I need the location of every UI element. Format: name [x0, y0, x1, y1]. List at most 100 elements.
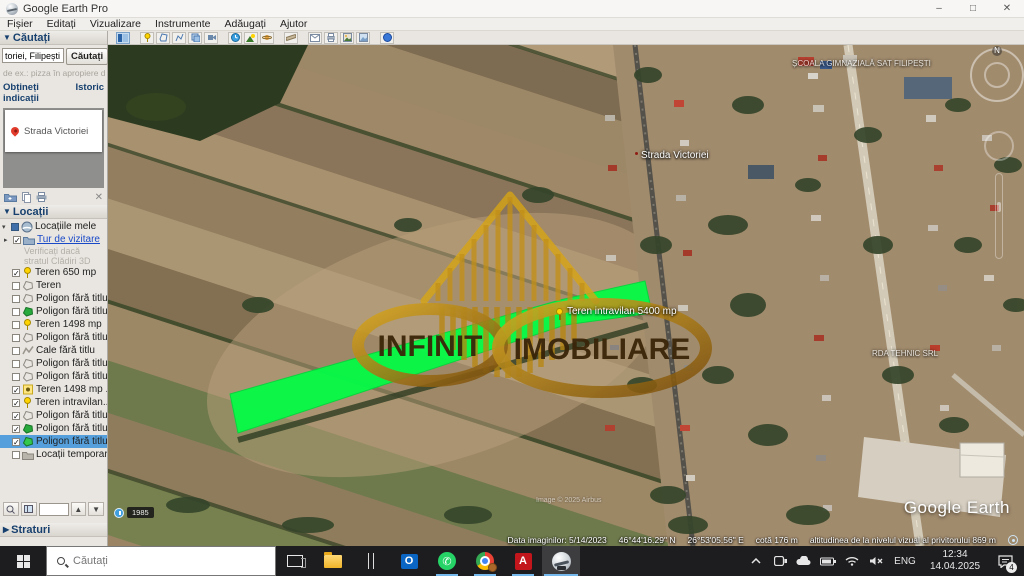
history-year-badge[interactable]: 1985: [114, 507, 154, 518]
places-item-polygon[interactable]: Poligon fără titlu: [0, 357, 107, 370]
planets-icon[interactable]: [260, 32, 274, 44]
task-view-button[interactable]: [276, 546, 314, 576]
zoom-slider[interactable]: [995, 173, 1003, 259]
places-item-polygon[interactable]: Poligon fără titlu: [0, 422, 107, 435]
history-link[interactable]: Istoric: [75, 82, 104, 104]
copy-result-icon[interactable]: [22, 192, 31, 203]
historical-imagery-icon[interactable]: [228, 32, 242, 44]
places-item-teren-intravilan[interactable]: Teren intravilan...: [0, 396, 107, 409]
checkbox[interactable]: [12, 308, 20, 316]
layers-panel-header[interactable]: ▶Straturi: [0, 523, 107, 537]
minimize-button[interactable]: –: [922, 3, 956, 14]
search-panel-header[interactable]: ▼Căutați: [0, 31, 107, 45]
checkbox[interactable]: [12, 295, 20, 303]
volume-muted-icon[interactable]: [866, 546, 886, 576]
checkbox[interactable]: [12, 386, 20, 394]
meet-now-icon[interactable]: [770, 546, 790, 576]
places-item-temporary[interactable]: Locații temporare: [0, 448, 107, 461]
add-polygon-icon[interactable]: [156, 32, 170, 44]
email-icon[interactable]: [308, 32, 322, 44]
checkbox[interactable]: [13, 236, 21, 244]
checkbox[interactable]: [12, 373, 20, 381]
action-center-button[interactable]: 4: [990, 546, 1020, 576]
language-indicator[interactable]: ENG: [890, 546, 920, 576]
places-item-my-places[interactable]: ▾ Locațiile mele: [0, 220, 107, 233]
get-directions-link[interactable]: Obțineți indicații: [3, 82, 67, 104]
add-to-places-icon[interactable]: [4, 192, 17, 202]
sunlight-icon[interactable]: [244, 32, 258, 44]
image-overlay-icon[interactable]: [188, 32, 202, 44]
places-search-icon[interactable]: [3, 502, 19, 516]
view-in-maps-icon[interactable]: [380, 32, 394, 44]
places-panel-header[interactable]: ▼Locații: [0, 205, 107, 219]
places-item-polygon[interactable]: Poligon fără titlu: [0, 409, 107, 422]
zoom-handle[interactable]: [997, 202, 1001, 212]
menu-adaugati[interactable]: Adăugați: [217, 18, 272, 30]
places-item-polygon[interactable]: Poligon fără titlu: [0, 292, 107, 305]
clear-results-icon[interactable]: ✕: [95, 192, 103, 203]
taskbar-search[interactable]: [46, 546, 276, 576]
checkbox[interactable]: [12, 269, 20, 277]
whatsapp-button[interactable]: ✆: [428, 546, 466, 576]
print-result-icon[interactable]: [36, 192, 47, 202]
share-screenshot-icon[interactable]: [356, 32, 370, 44]
checkbox[interactable]: [12, 425, 20, 433]
checkbox[interactable]: [12, 412, 20, 420]
menu-editati[interactable]: Editați: [40, 18, 83, 30]
places-item-polygon-selected[interactable]: Poligon fără titlu: [0, 435, 107, 448]
calculator-button[interactable]: [352, 546, 390, 576]
parcel-pin-icon[interactable]: [556, 308, 563, 315]
add-path-icon[interactable]: [172, 32, 186, 44]
taskbar-clock[interactable]: 12:34 14.04.2025: [924, 549, 986, 573]
save-image-icon[interactable]: [340, 32, 354, 44]
pan-control[interactable]: [984, 131, 1014, 161]
search-button[interactable]: Căutați: [66, 48, 108, 65]
taskbar-search-input[interactable]: [73, 555, 223, 567]
menu-vizualizare[interactable]: Vizualizare: [83, 18, 148, 30]
print-icon[interactable]: [324, 32, 338, 44]
checkbox[interactable]: [12, 451, 20, 459]
ruler-icon[interactable]: [284, 32, 298, 44]
add-placemark-icon[interactable]: [140, 32, 154, 44]
acrobat-button[interactable]: A: [504, 546, 542, 576]
checkbox[interactable]: [12, 360, 20, 368]
outlook-button[interactable]: O: [390, 546, 428, 576]
scroll-up-icon[interactable]: ▲: [71, 502, 87, 516]
search-input[interactable]: [2, 48, 64, 63]
onedrive-icon[interactable]: [794, 546, 814, 576]
places-filter-input[interactable]: [39, 503, 69, 516]
checkbox[interactable]: [11, 223, 19, 231]
places-panel-icon[interactable]: [21, 502, 37, 516]
places-item-polygon[interactable]: Poligon fără titlu: [0, 331, 107, 344]
places-item-teren-650[interactable]: Teren 650 mp: [0, 266, 107, 279]
places-item-teren-1498[interactable]: Teren 1498 mp: [0, 318, 107, 331]
places-item-cale[interactable]: Cale fără titlu: [0, 344, 107, 357]
restore-button[interactable]: □: [956, 3, 990, 14]
wifi-icon[interactable]: [842, 546, 862, 576]
menu-ajutor[interactable]: Ajutor: [273, 18, 314, 30]
expander-icon[interactable]: ▾: [2, 223, 9, 231]
battery-icon[interactable]: [818, 546, 838, 576]
scroll-down-icon[interactable]: ▼: [88, 502, 104, 516]
checkbox[interactable]: [12, 438, 20, 446]
menu-fisier[interactable]: Fișier: [0, 18, 40, 30]
search-result-item[interactable]: Strada Victoriei: [5, 110, 102, 152]
map-viewport[interactable]: INFINIT IMOBILIARE Strada Victoriei Tere…: [108, 45, 1024, 546]
close-button[interactable]: ✕: [990, 3, 1024, 14]
record-tour-icon[interactable]: [204, 32, 218, 44]
checkbox[interactable]: [12, 334, 20, 342]
checkbox[interactable]: [12, 321, 20, 329]
compass-control[interactable]: N: [970, 48, 1024, 102]
sidebar-toggle-icon[interactable]: [116, 32, 130, 44]
tray-chevron-icon[interactable]: [746, 546, 766, 576]
menu-instrumente[interactable]: Instrumente: [148, 18, 217, 30]
start-button[interactable]: [0, 546, 46, 576]
checkbox[interactable]: [12, 282, 20, 290]
google-earth-button[interactable]: [542, 546, 580, 576]
checkbox[interactable]: [12, 347, 20, 355]
places-item-polygon[interactable]: Poligon fără titlu: [0, 305, 107, 318]
expander-icon[interactable]: ▸: [4, 236, 11, 244]
chrome-button[interactable]: [466, 546, 504, 576]
places-item-teren-1498-2[interactable]: Teren 1498 mp ...: [0, 383, 107, 396]
places-item-polygon[interactable]: Poligon fără titlu: [0, 370, 107, 383]
